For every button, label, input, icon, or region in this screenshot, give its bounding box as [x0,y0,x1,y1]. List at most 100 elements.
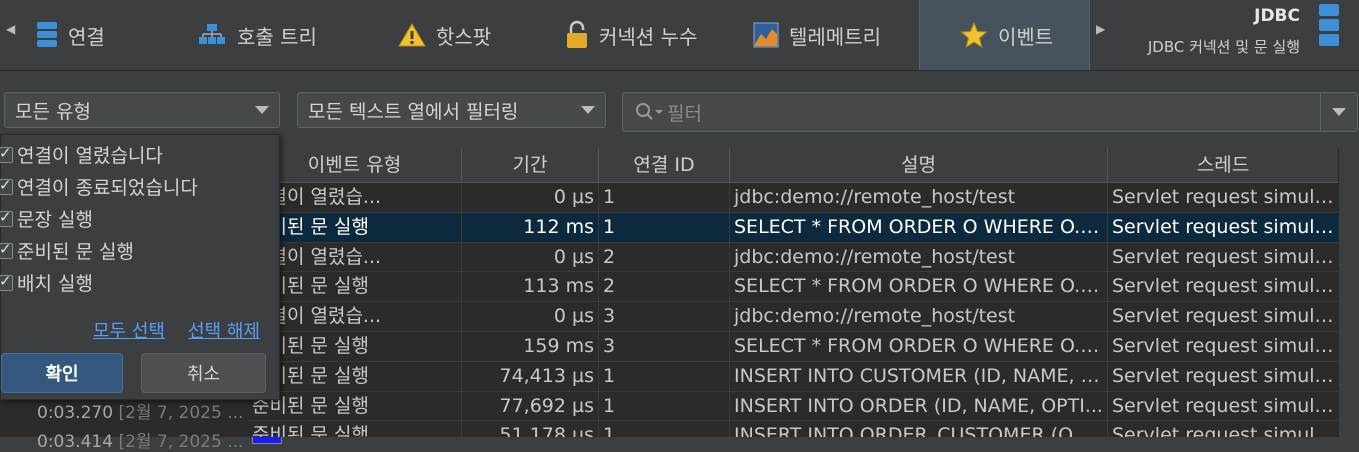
tab-label: 이벤트 [998,24,1054,49]
cell-duration: 74,413 µs [462,361,599,391]
column-header-description[interactable]: 설명 [730,148,1108,182]
table-row[interactable]: 준비된 문 실행 51,178 µs 1 INSERT INTO ORDER_CUST… [248,421,1338,437]
table-row[interactable]: 연결이 열렸습... 0 µs 3 jdbc:demo://remote_host/t… [248,302,1338,332]
tab-connection-leaks[interactable]: 커넥션 누수 [565,0,697,70]
view-title: JDBC [1254,6,1300,26]
event-type-filter-popup: 연결이 열렸습니다연결이 종료되었습니다문장 실행준비된 문 실행배치 실행 모… [0,134,280,400]
cell-thread: Servlet request simulat... [1112,305,1338,328]
event-type-checkbox-item[interactable]: 연결이 종료되었습니다 [0,173,198,200]
tab-telemetry[interactable]: 텔레메트리 [753,0,881,70]
ok-button[interactable]: 확인 [1,353,123,393]
star-icon [960,21,988,49]
event-time: 0:03.270 [37,403,114,423]
cancel-button[interactable]: 취소 [141,353,266,393]
cell-thread: Servlet request simulat... [1112,364,1338,387]
event-type-checkbox-item[interactable]: 배치 실행 [0,269,93,296]
cell-description: SELECT * FROM ORDER O WHERE O.D... [730,212,1108,242]
cell-description: INSERT INTO ORDER_CUSTOMER (ORD... [730,421,1108,437]
cell-description: jdbc:demo://remote_host/test [730,302,1108,331]
cell-event-type: 준비된 문 실행 [248,331,462,361]
cell-description: jdbc:demo://remote_host/test [730,183,1108,212]
cell-event-type: 연결이 열렸습... [248,302,462,331]
text-filter-dropdown[interactable]: 모든 텍스트 열에서 필터링 [297,92,606,128]
cell-thread: Servlet request simulat... [1112,394,1338,417]
tab-label: 연결 [68,24,105,49]
cell-description: INSERT INTO CUSTOMER (ID, NAME, O... [730,361,1108,391]
tab-hotspots[interactable]: 핫스팟 [398,0,491,70]
type-filter-value: 모든 유형 [15,100,91,123]
cell-event-type: 준비된 문 실행 [248,361,462,391]
event-type-checkbox-item[interactable]: 문장 실행 [0,205,93,232]
checkbox[interactable] [0,176,13,195]
tab-events[interactable]: 이벤트 [919,0,1090,70]
deselect-all-link[interactable]: 선택 해제 [188,317,260,343]
chevron-down-icon [581,106,595,114]
column-header-connection-id[interactable]: 연결 ID [599,148,730,182]
cell-connection-id: 1 [599,391,730,421]
tree-icon [199,24,225,44]
tab-label: 핫스팟 [436,24,492,49]
checkbox-label: 문장 실행 [17,209,93,231]
tab-call-tree[interactable]: 호출 트리 [197,0,317,70]
cell-duration: 112 ms [462,212,599,242]
database-icon [37,22,57,47]
cell-connection-id: 1 [599,361,730,391]
tab-connections[interactable]: 연결 [36,0,105,70]
tab-label: 텔레메트리 [789,24,881,49]
scroll-right-icon[interactable]: ▶ [1096,22,1105,36]
select-all-link[interactable]: 모두 선택 [93,317,165,343]
cell-duration: 0 µs [462,242,599,272]
cell-thread: Servlet request simulat... [1112,275,1338,298]
table-row[interactable]: 연결이 열렸습... 0 µs 2 jdbc:demo://remote_host/t… [248,242,1338,273]
cell-event-type: 연결이 열렸습... [248,242,462,272]
table-row[interactable]: 준비된 문 실행 74,413 µs 1 INSERT INTO CUSTOMER (… [248,361,1338,392]
column-header-event-type[interactable]: 이벤트 유형 [248,148,462,182]
filter-search-field[interactable]: 필터 [622,92,1358,132]
table-scrollbar[interactable] [1338,148,1359,437]
checkbox[interactable] [0,272,13,291]
cell-duration: 51,178 µs [462,421,599,437]
event-type-checkbox-item[interactable]: 연결이 열렸습니다 [0,141,163,168]
cell-connection-id: 3 [599,331,730,361]
scroll-left-icon[interactable]: ◀ [6,22,15,36]
table-row[interactable]: 준비된 문 실행 113 ms 2 SELECT * FROM ORDER O WHE… [248,272,1338,303]
chart-icon [753,22,779,48]
checkbox[interactable] [0,240,13,259]
cell-event-type: 준비된 문 실행 [248,391,462,421]
chevron-down-icon [255,106,269,114]
cell-connection-id: 2 [599,242,730,272]
cell-connection-id: 3 [599,302,730,331]
checkbox-label: 준비된 문 실행 [17,241,134,263]
cell-duration: 77,692 µs [462,391,599,421]
cell-duration: 0 µs [462,183,599,212]
events-table: 이벤트 유형 기간 연결 ID 설명 스레드 연결이 열렸습... 0 µs 1 jd… [248,148,1338,437]
type-filter-dropdown[interactable]: 모든 유형 [4,92,280,128]
cell-thread: Servlet request simulat... [1112,334,1338,357]
filter-history-dropdown[interactable] [1320,93,1357,131]
table-row[interactable]: 연결이 열렸습... 0 µs 1 jdbc:demo://remote_host/t… [248,183,1338,213]
table-row[interactable]: 준비된 문 실행 112 ms 1 SELECT * FROM ORDER O WHE… [248,212,1338,243]
cell-description: SELECT * FROM ORDER O WHERE O.D... [730,331,1108,361]
cell-connection-id: 1 [599,212,730,242]
checkbox[interactable] [0,208,13,227]
cell-description: SELECT * FROM ORDER O WHERE O.D... [730,272,1108,302]
tab-label: 호출 트리 [237,24,317,49]
cell-thread: Servlet request simulat... [1112,245,1338,268]
table-row[interactable]: 준비된 문 실행 77,692 µs 1 INSERT INTO ORDER (ID,… [248,391,1338,422]
checkbox-label: 연결이 종료되었습니다 [17,177,198,199]
event-type-checkbox-item[interactable]: 준비된 문 실행 [0,237,134,264]
cell-duration: 0 µs [462,302,599,331]
checkbox-label: 연결이 열렸습니다 [17,145,163,167]
column-header-duration[interactable]: 기간 [462,148,599,182]
cell-thread: Servlet request simulat... [1112,424,1338,437]
view-subtitle: JDBC 커넥션 및 문 실행 [1147,38,1300,56]
filter-placeholder: 필터 [667,103,702,125]
cell-description: jdbc:demo://remote_host/test [730,242,1108,272]
checkbox[interactable] [0,144,13,163]
column-header-thread[interactable]: 스레드 [1108,148,1338,182]
tab-label: 커넥션 누수 [599,24,698,49]
event-date: [2월 7, 2025 ... [118,403,244,423]
lock-icon [567,20,587,48]
table-row[interactable]: 준비된 문 실행 159 ms 3 SELECT * FROM ORDER O WHE… [248,331,1338,362]
event-time: 0:03.414 [37,432,114,452]
